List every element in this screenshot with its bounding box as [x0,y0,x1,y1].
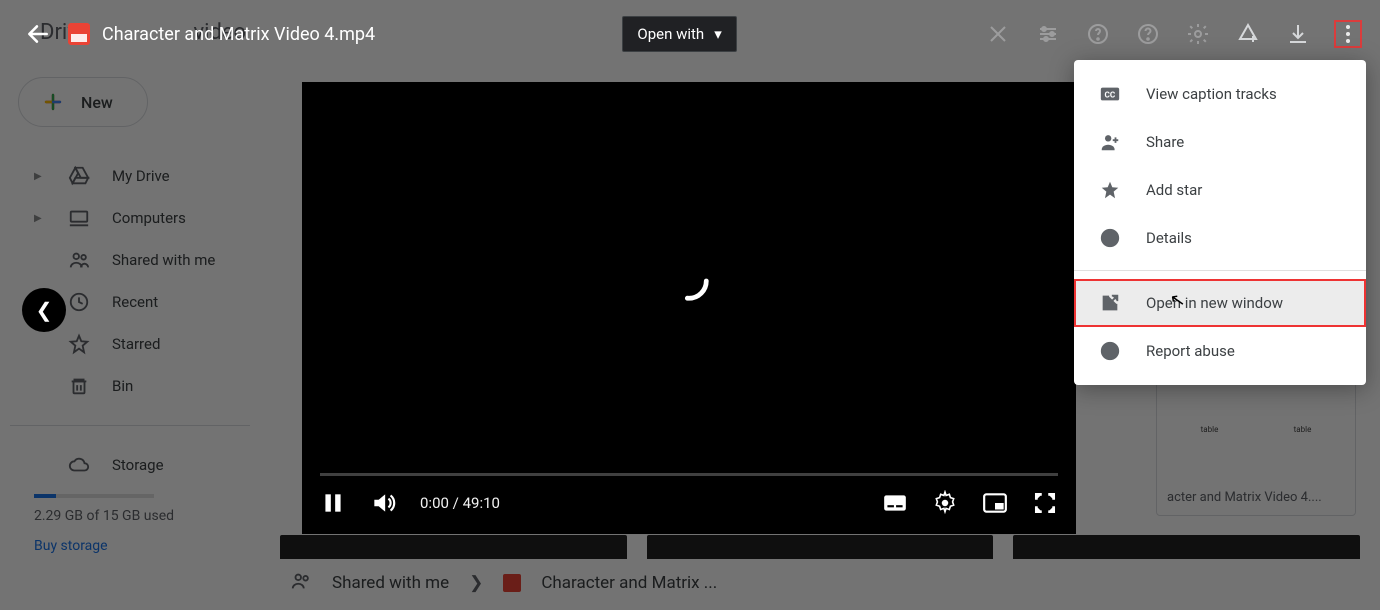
sidebar-item-mydrive[interactable]: ▶ My Drive [10,155,250,197]
new-button-label: New [81,93,113,112]
new-button[interactable]: New [18,77,148,127]
chevron-left-icon: ❮ [36,298,53,322]
cloud-icon [68,454,90,476]
caret-icon: ▶ [34,213,46,224]
sidebar: New ▶ My Drive ▶ Computers ▶ Shared with… [0,65,260,610]
menu-share[interactable]: Share [1074,118,1366,166]
previous-file-button[interactable]: ❮ [22,288,66,332]
menu-item-label: View caption tracks [1146,85,1277,103]
drive-icon [68,165,90,187]
breadcrumb: Shared with me ❯ Character and Matrix ..… [290,556,717,610]
breadcrumb-leaf[interactable]: Character and Matrix ... [541,573,717,593]
sidebar-item-label: My Drive [112,167,170,185]
sidebar-item-label: Storage [112,456,164,474]
more-button[interactable] [1334,20,1362,48]
captions-button[interactable] [882,490,908,516]
menu-item-label: Add star [1146,181,1202,199]
menu-details[interactable]: Details [1074,214,1366,262]
svg-text:CC: CC [1105,91,1116,101]
related-file-preview: tabletable [1163,380,1349,478]
menu-item-label: Details [1146,229,1192,247]
storage-bar [34,494,154,498]
menu-report-abuse[interactable]: Report abuse [1074,327,1366,375]
video-player[interactable]: 0:00 / 49:10 [302,82,1076,534]
trash-icon [68,375,90,397]
miniplayer-button[interactable] [982,490,1008,516]
file-name: Character and Matrix Video 4.mp4 [102,24,375,45]
sidebar-item-shared[interactable]: ▶ Shared with me [10,239,250,281]
star-icon [1098,178,1122,202]
video-file-icon [68,23,90,45]
menu-open-new-window[interactable]: Open in new window [1074,279,1366,327]
player-time: 0:00 / 49:10 [420,494,500,512]
buy-storage-link[interactable]: Buy storage [10,524,250,568]
pause-button[interactable] [320,490,346,516]
sidebar-item-computers[interactable]: ▶ Computers [10,197,250,239]
cc-icon: CC [1098,82,1122,106]
menu-item-label: Report abuse [1146,342,1235,360]
info-icon [1098,226,1122,250]
chevron-right-icon: ❯ [469,573,483,593]
file-thumb[interactable] [1013,535,1360,559]
related-file-label: acter and Matrix Video 4.... [1157,484,1355,505]
player-controls: 0:00 / 49:10 [302,461,1076,534]
help-outline-icon[interactable] [1134,20,1162,48]
download-icon[interactable] [1284,20,1312,48]
time-total: 49:10 [463,494,500,512]
more-menu: CC View caption tracks Share Add star De… [1074,60,1366,385]
help-icon[interactable] [1084,20,1112,48]
progress-bar[interactable] [320,473,1058,476]
sidebar-item-label: Bin [112,377,133,395]
menu-add-star[interactable]: Add star [1074,166,1366,214]
people-icon [68,249,90,271]
sidebar-item-label: Recent [112,293,158,311]
sidebar-item-label: Computers [112,209,186,227]
menu-separator [1074,270,1366,271]
loading-spinner [665,257,713,305]
chevron-down-icon: ▾ [714,25,722,43]
back-button[interactable] [18,14,58,54]
plus-icon [43,92,63,112]
open-in-new-icon [1098,291,1122,315]
sidebar-item-storage[interactable]: ▶ Storage [10,444,250,486]
computer-icon [68,207,90,229]
person-add-icon [1098,130,1122,154]
sidebar-item-label: Shared with me [112,251,215,269]
clock-icon [68,291,90,313]
settings-icon[interactable] [1184,20,1212,48]
menu-item-label: Open in new window [1146,294,1283,312]
volume-button[interactable] [370,490,396,516]
star-icon [68,333,90,355]
menu-item-label: Share [1146,133,1184,151]
people-icon [290,570,312,597]
time-separator: / [453,494,463,512]
sidebar-item-label: Starred [112,335,160,353]
tune-icon[interactable] [1034,20,1062,48]
viewer-topbar: Character and Matrix Video 4.mp4 Open wi… [0,0,1380,68]
open-with-label: Open with [637,25,704,43]
menu-view-captions[interactable]: CC View caption tracks [1074,70,1366,118]
add-to-drive-icon[interactable] [1234,20,1262,48]
close-viewer-icon[interactable] [984,20,1012,48]
caret-icon: ▶ [34,171,46,182]
open-with-button[interactable]: Open with ▾ [622,16,736,52]
breadcrumb-root[interactable]: Shared with me [332,573,449,593]
time-current: 0:00 [420,494,449,512]
sidebar-item-bin[interactable]: ▶ Bin [10,365,250,407]
related-file-tile[interactable]: tabletable acter and Matrix Video 4.... [1156,373,1356,516]
report-icon [1098,339,1122,363]
player-settings-button[interactable] [932,490,958,516]
fullscreen-button[interactable] [1032,490,1058,516]
storage-used-text: 2.29 GB of 15 GB used [10,508,250,524]
video-file-icon [503,574,521,592]
